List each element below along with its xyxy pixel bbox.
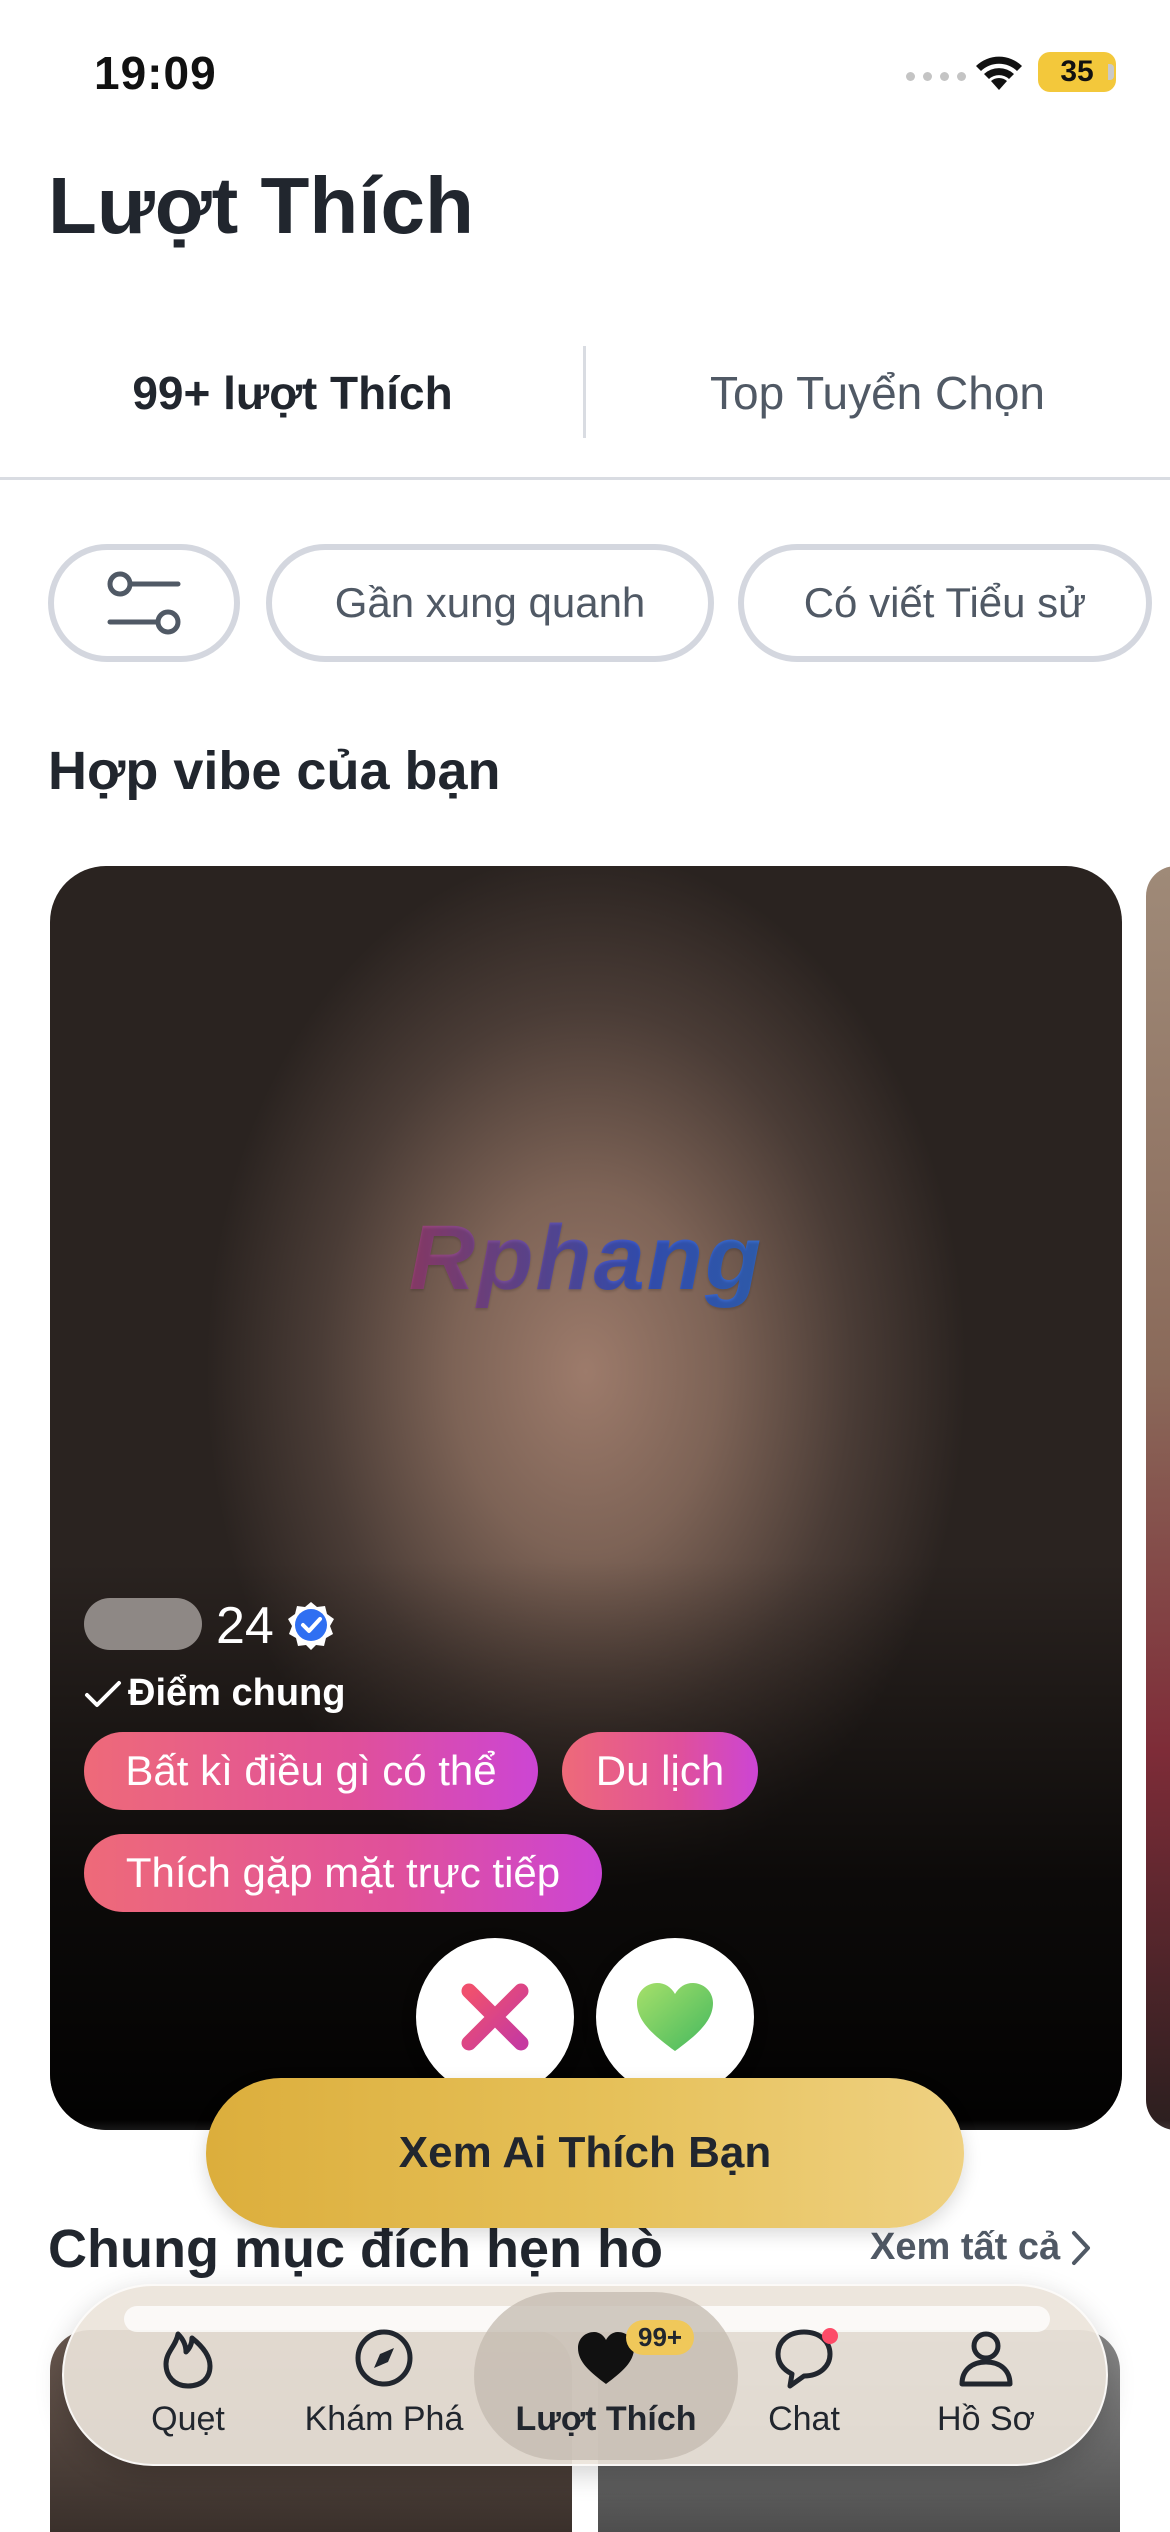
filter-settings-button[interactable]	[48, 544, 240, 662]
card-shade	[50, 866, 1122, 2130]
bottom-nav: Quẹt Khám Phá 99+ Lượt Thích Chat Hồ Sơ	[62, 2284, 1108, 2466]
status-time: 19:09	[94, 47, 217, 99]
nope-button[interactable]	[416, 1938, 574, 2096]
common-interests-label: Điểm chung	[84, 1672, 345, 1715]
heart-icon	[637, 1983, 713, 2051]
compass-icon	[355, 2329, 413, 2387]
profile-card[interactable]: Rphang 24 Điểm chung Bất kì điều gì có t…	[50, 866, 1122, 2130]
unread-dot	[822, 2328, 838, 2344]
see-who-likes-you-button[interactable]: Xem Ai Thích Bạn	[206, 2078, 964, 2228]
battery-icon: 35	[1038, 52, 1116, 92]
battery-tip	[1108, 64, 1114, 80]
tab-top-picks[interactable]: Top Tuyển Chọn	[585, 340, 1170, 446]
interest-tag: Bất kì điều gì có thể	[84, 1732, 538, 1810]
nav-label: Lượt Thích	[515, 2400, 697, 2438]
see-all-label: Xem tất cả	[870, 2226, 1061, 2268]
blurred-name	[84, 1598, 202, 1650]
signal-icon	[906, 72, 966, 81]
nav-item-profile[interactable]: Hồ Sơ	[886, 2326, 1086, 2439]
nav-label: Chat	[768, 2400, 840, 2438]
flame-icon	[163, 2331, 213, 2389]
chevron-right-icon	[1072, 2230, 1091, 2265]
nav-item-chat[interactable]: Chat	[704, 2326, 904, 2439]
nav-label: Quẹt	[151, 2400, 225, 2438]
profile-icon	[959, 2331, 1013, 2387]
sliders-icon	[107, 571, 181, 635]
watermark-logo: Rphang	[50, 1206, 1122, 1311]
nav-item-explore[interactable]: Khám Phá	[284, 2326, 484, 2439]
interest-tag: Thích gặp mặt trực tiếp	[84, 1834, 602, 1912]
filter-has-bio-chip[interactable]: Có viết Tiểu sử	[738, 544, 1152, 662]
see-all-link[interactable]: Xem tất cả	[870, 2226, 1092, 2269]
close-icon	[461, 1983, 529, 2051]
profile-age: 24	[216, 1597, 274, 1655]
filter-nearby-chip[interactable]: Gần xung quanh	[266, 544, 714, 662]
status-bar: 19:09 35	[0, 0, 1170, 140]
nav-label: Hồ Sơ	[937, 2400, 1035, 2438]
next-profile-card[interactable]	[1146, 866, 1170, 2130]
section-title: Hợp vibe của bạn	[48, 741, 501, 801]
wifi-icon	[976, 56, 1022, 90]
interest-tag: Du lịch	[562, 1732, 758, 1810]
nav-item-swipe[interactable]: Quẹt	[88, 2326, 288, 2439]
page-title: Lượt Thích	[48, 161, 474, 250]
nav-item-likes[interactable]: 99+ Lượt Thích	[506, 2320, 706, 2439]
likes-count-badge: 99+	[626, 2320, 695, 2355]
nav-label: Khám Phá	[304, 2400, 464, 2438]
verified-badge-icon	[288, 1602, 334, 1650]
check-icon	[85, 1680, 121, 1707]
tab-likes[interactable]: 99+ lượt Thích	[0, 340, 585, 446]
tab-bar: 99+ lượt Thích Top Tuyển Chọn	[0, 340, 1170, 480]
common-interests-text: Điểm chung	[128, 1672, 346, 1714]
like-button[interactable]	[596, 1938, 754, 2096]
